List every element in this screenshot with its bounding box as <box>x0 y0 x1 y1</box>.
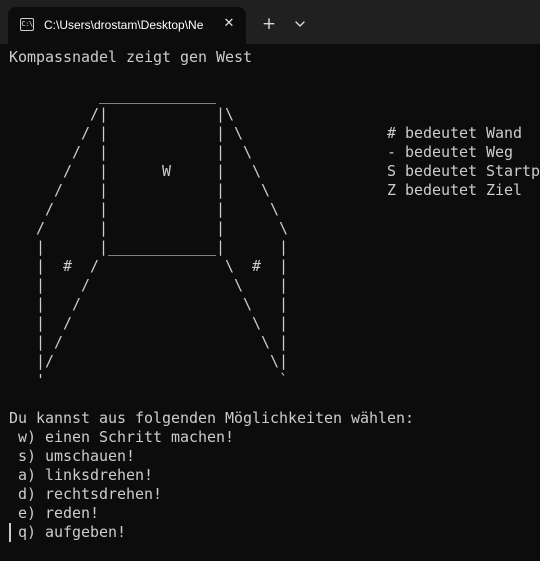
terminal-window: C:\ C:\Users\drostam\Desktop\Ne ✕ + Komp… <box>0 0 540 561</box>
terminal-line: | |____________| | <box>9 238 289 256</box>
terminal-line: e) reden! <box>9 504 100 522</box>
terminal-line: |/ \| <box>9 352 289 370</box>
terminal-line: / | | \ - bedeutet Weg <box>9 143 514 161</box>
terminal-line: / | | \ # bedeutet Wand <box>9 124 523 142</box>
tab-title: C:\Users\drostam\Desktop\Ne <box>44 18 204 32</box>
terminal-line: | # / \ # | <box>9 257 289 275</box>
tab-terminal[interactable]: C:\ C:\Users\drostam\Desktop\Ne ✕ <box>8 7 246 44</box>
new-tab-button[interactable]: + <box>258 13 280 35</box>
close-tab-icon[interactable]: ✕ <box>220 15 238 33</box>
terminal-line: Du kannst aus folgenden Möglichkeiten wä… <box>9 409 415 427</box>
terminal-line: s) umschauen! <box>9 447 136 465</box>
terminal-line: _____________ <box>9 86 217 104</box>
terminal-line: | / \ | <box>9 333 289 351</box>
terminal-line: w) einen Schritt machen! <box>9 428 235 446</box>
terminal-output[interactable]: Kompassnadel zeigt gen West ____________… <box>9 48 540 542</box>
chevron-down-icon[interactable] <box>290 14 310 34</box>
terminal-line: / | | \ <box>9 200 280 218</box>
terminal-line: | / \ | <box>9 295 289 313</box>
terminal-line: / | | \ Z bedeutet Ziel <box>9 181 523 199</box>
text-cursor <box>9 523 11 542</box>
terminal-line: /| |\ <box>9 105 235 123</box>
terminal-line: Kompassnadel zeigt gen West <box>9 48 253 66</box>
terminal-line: | / \ | <box>9 314 289 332</box>
terminal-icon: C:\ <box>20 18 34 31</box>
terminal-line: ' ` <box>9 371 289 389</box>
terminal-line: / | W | \ S bedeutet Startpunkt <box>9 162 540 180</box>
terminal-line: q) aufgeben! <box>9 523 127 541</box>
terminal-line: / | | \ <box>9 219 289 237</box>
terminal-line: d) rechtsdrehen! <box>9 485 163 503</box>
terminal-line: a) linksdrehen! <box>9 466 154 484</box>
title-bar: C:\ C:\Users\drostam\Desktop\Ne ✕ + <box>0 0 540 44</box>
terminal-line: | / \ | <box>9 276 289 294</box>
